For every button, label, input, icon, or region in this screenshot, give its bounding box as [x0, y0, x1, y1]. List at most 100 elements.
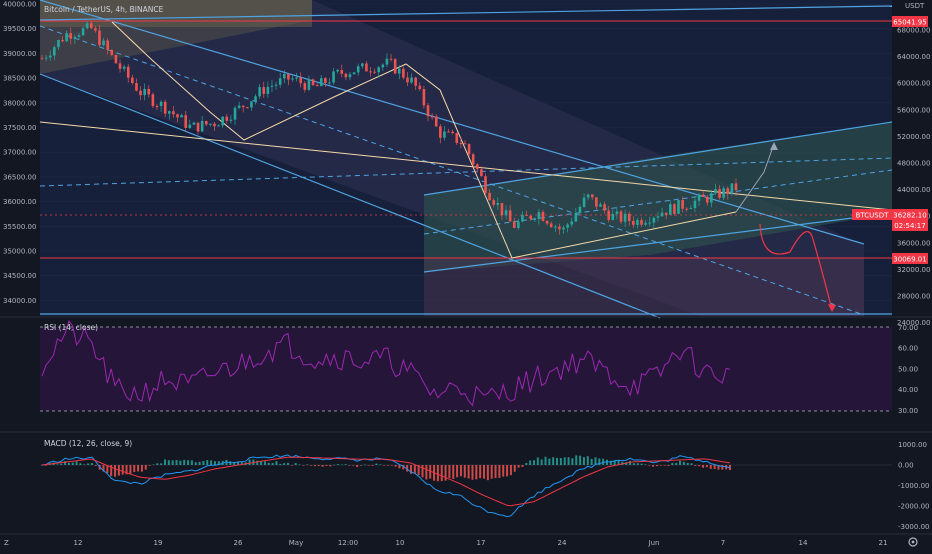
candle-body	[352, 72, 356, 75]
macd-hist-bar	[167, 460, 170, 465]
candle-body	[85, 23, 89, 29]
macd-hist-bar	[694, 465, 697, 466]
candle-body	[81, 28, 85, 36]
macd-hist-bar	[290, 465, 293, 466]
right-axis-label: 60000.00	[897, 80, 930, 88]
macd-hist-bar	[90, 463, 93, 465]
rsi-band	[40, 327, 892, 411]
macd-hist-bar	[640, 463, 643, 465]
macd-hist-bar	[317, 465, 320, 466]
macd-hist-bar	[632, 463, 635, 465]
candle-body	[640, 219, 643, 225]
macd-hist-bar	[267, 462, 270, 465]
candle-body	[106, 40, 110, 50]
candle-body	[225, 116, 229, 121]
candle-body	[480, 169, 483, 177]
candle-body	[533, 218, 537, 220]
candle-body	[402, 68, 405, 78]
candle-body	[278, 78, 282, 85]
macd-hist-bar	[87, 463, 90, 465]
rsi-axis-label: 60.00	[898, 345, 918, 353]
macd-hist-bar	[129, 465, 132, 475]
macd-hist-bar	[413, 465, 416, 474]
candle-body	[566, 224, 569, 228]
candle-body	[525, 214, 528, 216]
macd-hist-bar	[194, 462, 197, 465]
macd-hist-bar	[579, 455, 582, 465]
rsi-axis-label: 30.00	[898, 407, 918, 415]
macd-axis-label: 1000.00	[898, 441, 927, 449]
macd-hist-bar	[398, 465, 401, 469]
candle-body	[118, 63, 122, 69]
macd-hist-bar	[75, 461, 78, 465]
left-axis-label: 36000.00	[3, 198, 36, 206]
left-axis-label: 38000.00	[3, 99, 36, 107]
left-axis-label: 37000.00	[3, 149, 36, 157]
candle-body	[488, 192, 491, 201]
candle-body	[574, 213, 578, 222]
macd-hist-bar	[271, 462, 274, 465]
rsi-label[interactable]: RSI (14, close)	[44, 323, 98, 332]
macd-hist-bar	[213, 461, 216, 465]
macd-hist-bar	[294, 463, 297, 465]
macd-hist-bar	[206, 460, 209, 465]
macd-hist-bar	[436, 465, 439, 482]
macd-hist-bar	[552, 457, 555, 465]
candle-body	[467, 144, 471, 155]
macd-hist-bar	[298, 464, 301, 466]
macd-hist-bar	[279, 463, 282, 465]
macd-hist-bar	[248, 459, 251, 465]
macd-hist-bar	[375, 463, 378, 465]
macd-hist-bar	[590, 458, 593, 465]
candle-body	[287, 74, 290, 80]
trading-chart[interactable]: 40000.00 39500.00 39000.00 38500.00 38000.00…	[0, 0, 932, 550]
candle-body	[241, 105, 245, 108]
macd-hist-bar	[425, 465, 428, 480]
candle-body	[168, 111, 171, 114]
macd-hist-bar	[563, 457, 566, 465]
macd-hist-bar	[644, 464, 647, 466]
candle-body	[57, 39, 60, 48]
candle-body	[61, 39, 64, 42]
time-axis-label: Z	[4, 539, 9, 547]
macd-hist-bar	[163, 459, 166, 465]
macd-hist-bar	[340, 464, 343, 466]
candle-body	[361, 63, 364, 67]
candle-body	[595, 197, 598, 207]
time-axis-label: May	[289, 539, 303, 547]
candle-body	[611, 213, 615, 220]
macd-hist-bar	[360, 465, 363, 466]
candle-body	[324, 78, 327, 84]
candle-body	[430, 116, 434, 118]
macd-hist-bar	[440, 465, 443, 482]
time-axis-label: 17	[477, 539, 486, 547]
time-axis-label: 12	[74, 539, 83, 547]
candle-body	[159, 101, 163, 107]
candle-body	[545, 220, 549, 224]
candle-body	[590, 194, 594, 198]
left-axis-label: 37500.00	[3, 124, 36, 132]
candle-body	[233, 107, 237, 120]
symbol-title[interactable]: Bitcoin / TetherUS, 4h, BINANCE	[44, 5, 164, 14]
time-axis-label: Jun	[648, 539, 660, 547]
macd-hist-bar	[659, 465, 662, 466]
candle-body	[697, 194, 701, 201]
candle-body	[114, 54, 118, 64]
candle-body	[348, 74, 352, 78]
candle-body	[627, 213, 631, 221]
macd-hist-bar	[114, 465, 117, 477]
candle-body	[463, 143, 467, 145]
macd-hist-bar	[509, 465, 512, 476]
macd-hist-bar	[471, 465, 474, 480]
macd-hist-bar	[386, 465, 389, 466]
rsi-axis-label: 40.00	[898, 386, 918, 394]
candle-body	[184, 115, 188, 128]
candle-body	[434, 116, 438, 127]
macd-hist-bar	[133, 465, 136, 473]
macd-label[interactable]: MACD (12, 26, close, 9)	[44, 439, 132, 448]
candle-body	[385, 58, 389, 65]
time-axis-label: 24	[558, 539, 567, 547]
macd-hist-bar	[310, 465, 313, 466]
candle-body	[291, 78, 294, 80]
macd-hist-bar	[263, 461, 266, 465]
